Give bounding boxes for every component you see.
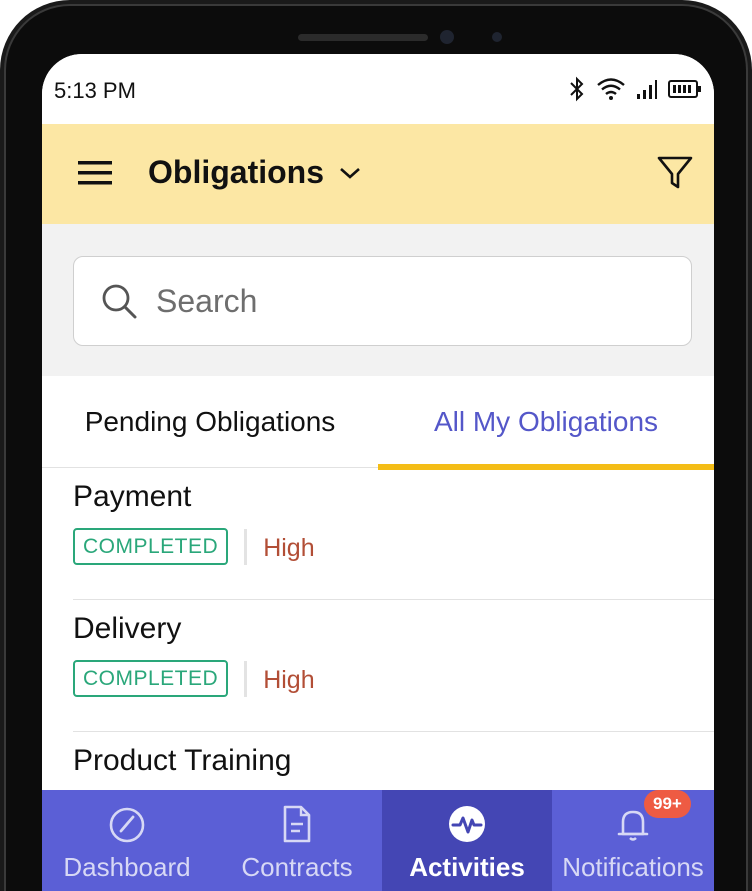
status-badge: COMPLETED [73, 660, 229, 697]
status-bar: 5:13 PM [42, 54, 714, 124]
item-meta: COMPLETED High [73, 660, 315, 697]
nav-label: Contracts [241, 852, 353, 882]
notification-badge: 99+ [644, 790, 691, 818]
menu-button[interactable] [76, 158, 114, 188]
front-camera [440, 30, 454, 44]
search-icon [102, 284, 137, 319]
obligation-tabs: Pending Obligations All My Obligations [42, 376, 714, 470]
document-icon [283, 805, 311, 843]
meta-divider [244, 660, 248, 697]
search-box[interactable] [73, 256, 692, 346]
list-item[interactable]: Product Training [73, 732, 714, 790]
filter-button[interactable] [656, 154, 694, 192]
status-time: 5:13 PM [54, 78, 136, 103]
priority-label: High [263, 666, 315, 694]
item-meta: COMPLETED High [73, 528, 315, 565]
nav-item-dashboard[interactable]: Dashboard [42, 790, 212, 891]
status-badge: COMPLETED [73, 528, 229, 565]
search-area [42, 224, 714, 376]
bottom-nav: Dashboard Contracts Activities 99+ Notif… [42, 790, 714, 891]
bluetooth-icon [570, 76, 584, 102]
hamburger-menu-icon [78, 161, 112, 185]
filter-icon [657, 156, 693, 189]
list-item[interactable]: Delivery COMPLETED High [73, 600, 714, 732]
screen: 5:13 PM Obligations Search Pending Oblig… [42, 54, 714, 891]
list-item[interactable]: Payment COMPLETED High [73, 468, 714, 600]
speedometer-icon [109, 807, 145, 843]
nav-label: Dashboard [63, 852, 191, 882]
nav-label: Activities [409, 852, 525, 882]
tab-pending-obligations[interactable]: Pending Obligations [42, 376, 378, 468]
obligation-list: Payment COMPLETED High Delivery COMPLETE… [73, 468, 714, 790]
search-input[interactable] [156, 282, 636, 320]
battery-icon [668, 80, 701, 98]
item-title: Payment [73, 480, 192, 513]
nav-item-contracts[interactable]: Contracts [212, 790, 382, 891]
pulse-icon [449, 806, 485, 842]
nav-item-notifications[interactable]: 99+ Notifications [552, 790, 714, 891]
priority-label: High [263, 534, 315, 562]
earpiece [298, 34, 428, 41]
nav-label: Notifications [562, 852, 704, 882]
status-icons [568, 76, 702, 102]
tab-all-my-obligations[interactable]: All My Obligations [378, 376, 714, 470]
page-title: Obligations [148, 154, 324, 190]
module-selector[interactable]: Obligations [148, 154, 362, 191]
signal-icon [637, 80, 657, 99]
sensor [492, 32, 502, 42]
chevron-down-icon [340, 167, 360, 179]
item-title: Delivery [73, 612, 182, 645]
wifi-icon [597, 78, 625, 100]
phone-frame: 5:13 PM Obligations Search Pending Oblig… [0, 0, 752, 891]
item-title: Product Training [73, 744, 292, 777]
app-header: Obligations [42, 124, 714, 224]
meta-divider [244, 528, 248, 565]
nav-item-activities[interactable]: Activities [382, 790, 552, 891]
